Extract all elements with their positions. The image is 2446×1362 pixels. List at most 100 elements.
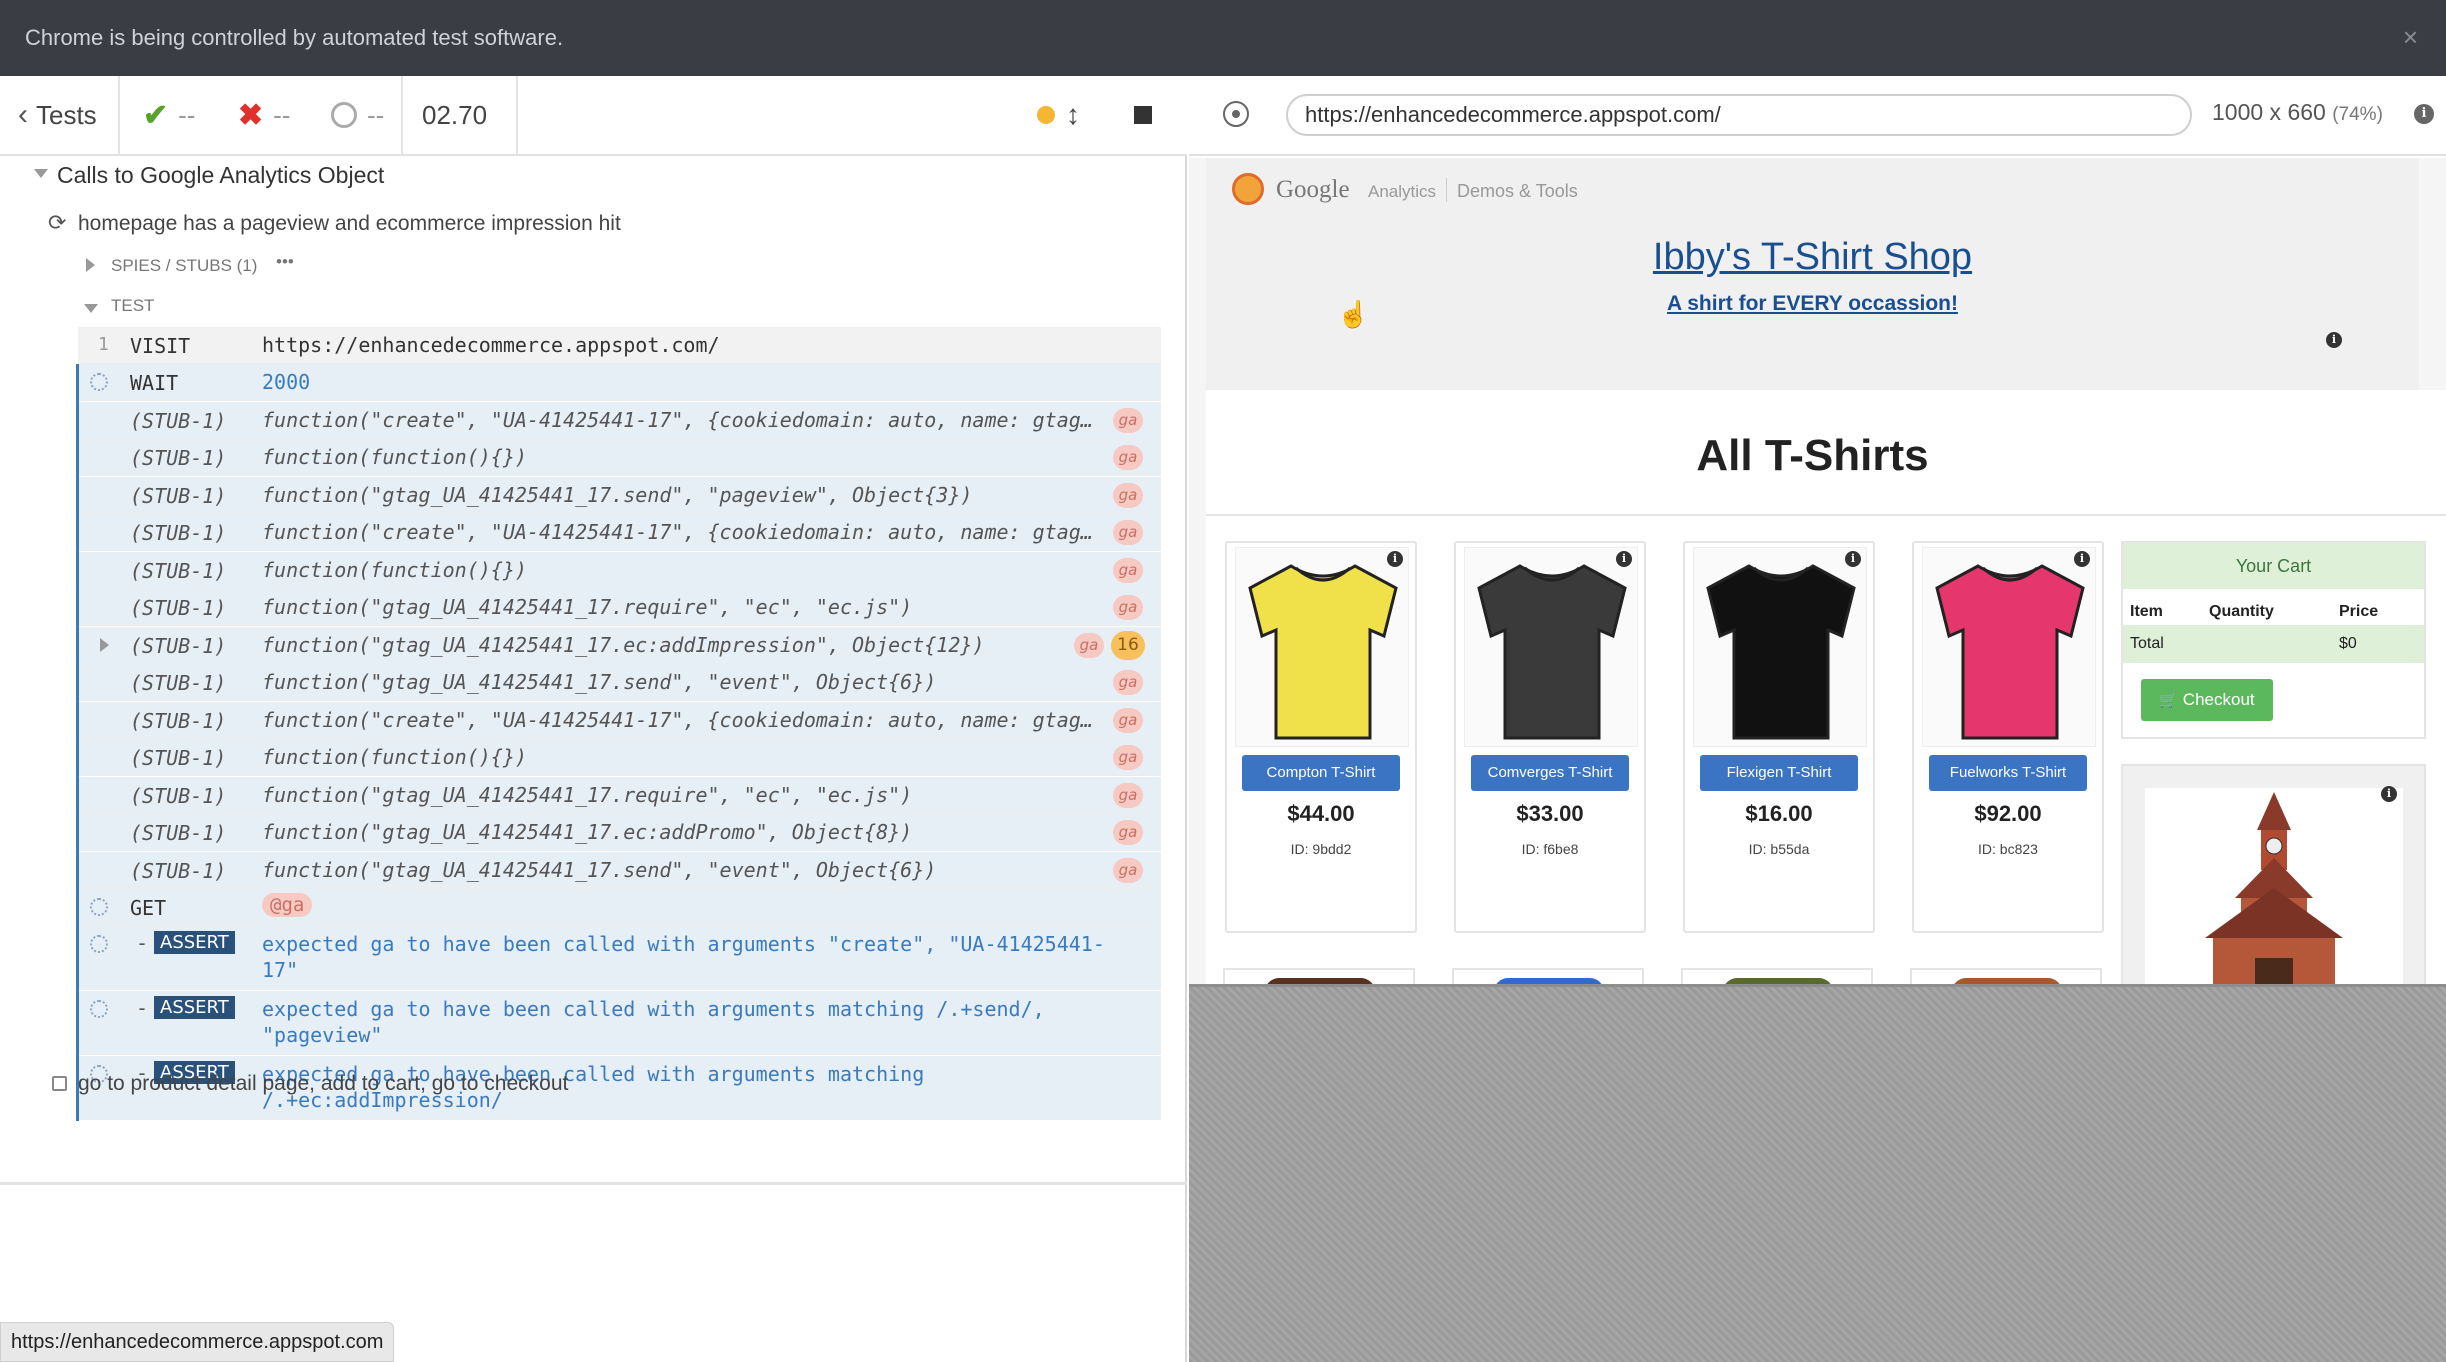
assert-message-line2: 17" <box>262 958 299 982</box>
alias-badge: ga <box>1113 670 1143 695</box>
command-stub[interactable]: (STUB-1) function(function(){}) ga <box>78 439 1161 476</box>
infobar-message: Chrome is being controlled by automated … <box>25 25 564 50</box>
product-card[interactable]: i Comverges T-Shirt $33.00 ID: f6be8 <box>1454 541 1646 933</box>
app-under-test: Google Analytics Demos & Tools Ibby's T-… <box>1189 158 2446 984</box>
command-visit[interactable]: 1 VISIT https://enhancedecommerce.appspot.… <box>78 327 1161 364</box>
shop-header: Google Analytics Demos & Tools Ibby's T-… <box>1206 158 2419 390</box>
info-icon[interactable]: i <box>1616 551 1632 567</box>
cart-panel: Your Cart Item Quantity Price Total $0 🛒… <box>2121 541 2426 739</box>
command-name: VISIT <box>130 334 191 358</box>
running-indicator-icon <box>1037 76 1055 154</box>
command-assert[interactable]: - ASSERT expected ga to have been called w… <box>78 991 1161 1055</box>
stop-button[interactable] <box>1134 76 1152 154</box>
spies-more-icon[interactable]: ••• <box>276 252 294 272</box>
command-stub[interactable]: (STUB-1) function(function(){}) ga <box>78 551 1161 589</box>
shop-subtitle[interactable]: A shirt for EVERY occassion! <box>1206 292 2419 316</box>
product-name-button[interactable]: Flexigen T-Shirt <box>1700 755 1858 791</box>
command-message: function("gtag_UA_41425441_17.ec:addImpr… <box>262 632 985 657</box>
command-message: function("gtag_UA_41425441_17.send", "ev… <box>262 670 937 694</box>
alias-badge: ga <box>1113 857 1143 883</box>
expand-icon[interactable] <box>100 637 109 652</box>
command-stub[interactable]: (STUB-1) function("gtag_UA_41425441_17.se… <box>78 851 1161 889</box>
suite-collapse-icon[interactable] <box>34 165 48 183</box>
spies-stubs-label[interactable]: SPIES / STUBS (1) <box>111 256 257 276</box>
alias-badge: ga <box>1113 482 1143 508</box>
promo-image[interactable] <box>2145 788 2403 984</box>
shop-title[interactable]: Ibby's T-Shirt Shop <box>1206 236 2419 279</box>
next-test-title[interactable]: go to product detail page, add to cart, … <box>78 1072 568 1096</box>
command-stub[interactable]: (STUB-1) function("gtag_UA_41425441_17.re… <box>78 776 1161 814</box>
product-image[interactable] <box>1922 547 2096 747</box>
alias-badge: ga <box>1113 520 1143 545</box>
command-assert[interactable]: - ASSERT expected ga to have been called w… <box>78 926 1161 990</box>
suite-title[interactable]: Calls to Google Analytics Object <box>57 162 384 189</box>
x-icon: ✖ <box>238 98 264 132</box>
status-bar-url: https://enhancedecommerce.appspot.com <box>0 1322 395 1362</box>
checkout-button[interactable]: 🛒 Checkout <box>2141 679 2273 721</box>
product-id: ID: bc823 <box>1978 841 2038 857</box>
command-stub[interactable]: (STUB-1) function("gtag_UA_41425441_17.se… <box>78 476 1161 514</box>
command-message: function("create", "UA-41425441-17", {co… <box>262 520 1093 544</box>
test-reporter: ‹ Tests ✔ -- ✖ -- -- 02.70 ↕ Calls to Go… <box>0 76 1187 1362</box>
command-stub[interactable]: (STUB-1) function("gtag_UA_41425441_17.re… <box>78 589 1161 626</box>
selector-playground-icon[interactable] <box>1223 101 1249 127</box>
pending-spinner-icon <box>90 373 108 391</box>
promo-panel: i <box>2121 764 2426 984</box>
info-icon[interactable]: i <box>1387 551 1403 567</box>
assert-label: ASSERT <box>154 931 235 954</box>
mouse-cursor-icon: ☝ <box>1337 299 1370 329</box>
info-icon[interactable]: i <box>2414 104 2434 124</box>
command-wait[interactable]: WAIT 2000 <box>78 364 1161 401</box>
viewport-size: 1000 x 660 (74%) <box>2212 99 2383 125</box>
url-bar[interactable]: https://enhancedecommerce.appspot.com/ <box>1286 94 2192 136</box>
info-icon[interactable]: i <box>2074 551 2090 567</box>
test-collapse-icon[interactable] <box>84 300 98 318</box>
command-get[interactable]: GET @ga <box>78 889 1161 926</box>
command-message: function("gtag_UA_41425441_17.send", "ev… <box>262 857 937 882</box>
spies-expand-icon[interactable] <box>86 258 95 277</box>
command-name: (STUB-1) <box>130 708 227 733</box>
command-message: function(function(){}) <box>262 745 527 769</box>
info-icon[interactable]: i <box>1845 551 1861 567</box>
command-name: (STUB-1) <box>130 408 227 433</box>
product-name-button[interactable]: Comverges T-Shirt <box>1471 755 1629 791</box>
cart-col-item: Item <box>2130 603 2163 620</box>
command-stub[interactable]: (STUB-1) function("gtag_UA_41425441_17.ec… <box>78 814 1161 851</box>
command-stub[interactable]: (STUB-1) function("create", "UA-41425441-… <box>78 401 1161 439</box>
ga-demos-link[interactable]: Demos & Tools <box>1457 181 1578 202</box>
product-name-button[interactable]: Compton T-Shirt <box>1242 755 1400 791</box>
tests-button[interactable]: ‹ Tests <box>18 76 97 154</box>
product-image[interactable] <box>1235 547 1409 747</box>
alias-badge: ga <box>1074 632 1104 658</box>
pending-circle-icon <box>331 102 357 128</box>
command-stub[interactable]: (STUB-1) function("gtag_UA_41425441_17.se… <box>78 664 1161 701</box>
command-stub[interactable]: (STUB-1) function("gtag_UA_41425441_17.ec… <box>78 626 1161 664</box>
product-name-button[interactable]: Fuelworks T-Shirt <box>1929 755 2087 791</box>
info-icon[interactable]: i <box>2381 786 2397 802</box>
product-image[interactable] <box>1464 547 1638 747</box>
command-message: 2000 <box>262 370 311 394</box>
automation-infobar: Chrome is being controlled by automated … <box>0 0 2446 76</box>
test-title[interactable]: homepage has a pageview and ecommerce im… <box>78 212 621 236</box>
failed-count: ✖ -- <box>238 98 291 132</box>
close-icon[interactable]: × <box>2403 24 2418 50</box>
info-icon[interactable]: i <box>2326 332 2342 348</box>
cart-col-price: Price <box>2339 603 2379 620</box>
command-name: (STUB-1) <box>130 858 227 883</box>
pending-spinner-icon <box>90 898 108 916</box>
product-card[interactable]: i Compton T-Shirt $44.00 ID: 9bdd2 <box>1225 541 1417 933</box>
cart-total-row: Total $0 <box>2123 625 2424 663</box>
command-stub[interactable]: (STUB-1) function(function(){}) ga <box>78 739 1161 776</box>
command-message: function("gtag_UA_41425441_17.ec:addProm… <box>262 820 913 844</box>
assert-label: ASSERT <box>154 996 235 1019</box>
product-card[interactable]: i Fuelworks T-Shirt $92.00 ID: bc823 <box>1912 541 2104 933</box>
auto-scroll-icon[interactable]: ↕ <box>1066 76 1080 154</box>
command-stub[interactable]: (STUB-1) function("create", "UA-41425441-… <box>78 514 1161 551</box>
product-card[interactable]: i Flexigen T-Shirt $16.00 ID: b55da <box>1683 541 1875 933</box>
alias-badge: ga <box>1113 707 1143 733</box>
command-stub[interactable]: (STUB-1) function("create", "UA-41425441-… <box>78 701 1161 739</box>
pending-spinner-icon <box>90 935 108 953</box>
command-number: 1 <box>98 334 109 355</box>
product-price: $16.00 <box>1745 801 1813 826</box>
product-image[interactable] <box>1693 547 1867 747</box>
